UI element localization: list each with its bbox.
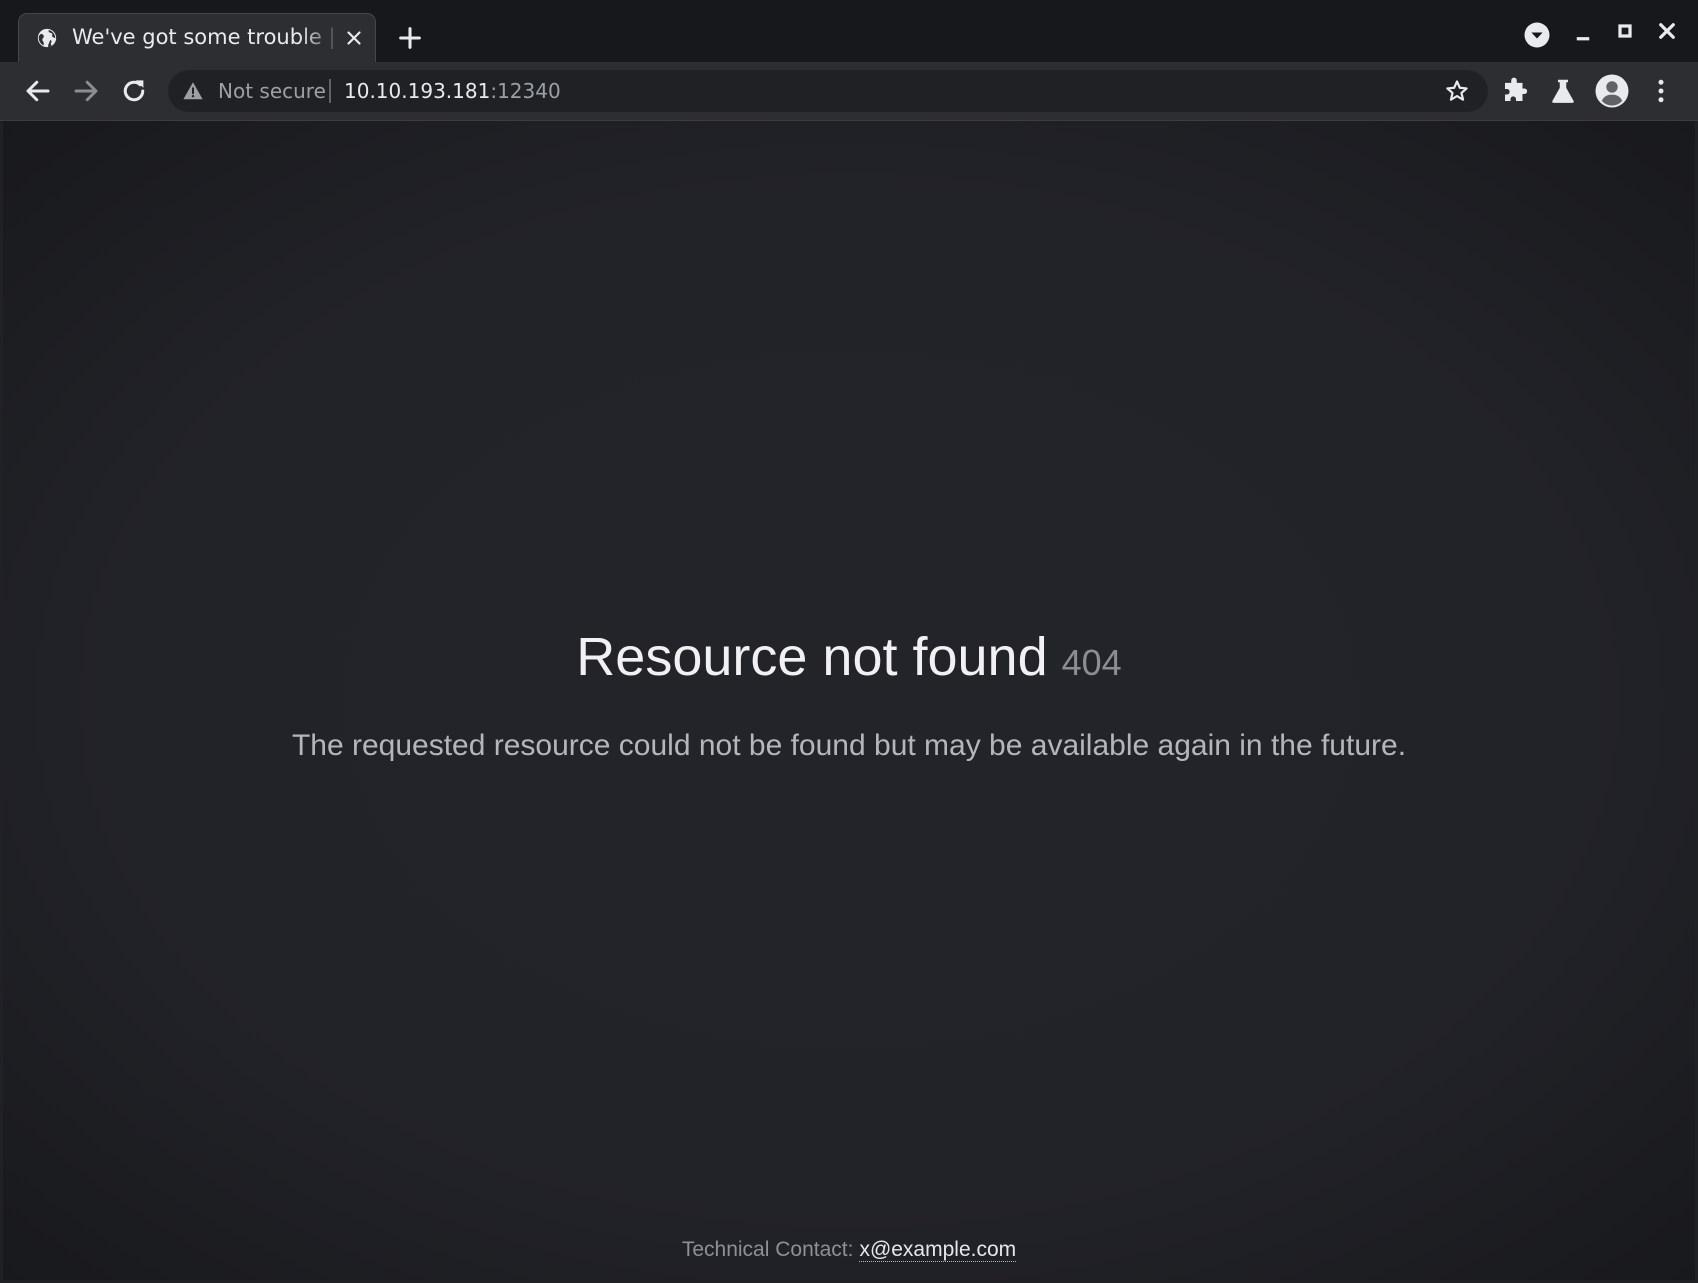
url-text[interactable]: 10.10.193.181:12340 [344,79,561,103]
flask-icon[interactable] [1548,76,1578,106]
globe-icon [37,28,57,48]
address-separator [329,79,331,103]
browser-toolbar: Not secure 10.10.193.181:12340 [0,62,1698,121]
error-message: The requested resource could not be foun… [291,729,1407,762]
contact-email-link[interactable]: x@example.com [859,1238,1017,1262]
arrow-right-icon[interactable] [71,76,101,106]
url-port: :12340 [490,79,561,103]
star-icon[interactable] [1444,78,1470,104]
browser-tab[interactable]: We've got some trouble | 404 - Resource … [18,13,376,62]
reload-icon[interactable] [119,76,149,106]
maximize-icon[interactable] [1610,16,1640,46]
tab-close-icon[interactable] [343,27,365,49]
contact-label: Technical Contact: [681,1238,854,1261]
security-label[interactable]: Not secure [218,79,326,103]
minimize-icon[interactable] [1568,20,1598,50]
page-title: Resource not found [576,627,1048,687]
url-host: 10.10.193.181 [344,79,491,103]
close-icon[interactable] [1652,16,1682,46]
avatar-icon[interactable] [1594,73,1630,109]
arrow-left-icon[interactable] [23,76,53,106]
page-viewport: Resource not found 404 The requested reso… [3,121,1695,1280]
status-code: 404 [1061,642,1122,683]
chevron-down-circle-icon[interactable] [1522,20,1552,50]
address-bar[interactable]: Not secure 10.10.193.181:12340 [168,70,1488,112]
kebab-menu-icon[interactable] [1646,76,1676,106]
puzzle-icon[interactable] [1500,76,1530,106]
page-footer: Technical Contact: x@example.com [3,1238,1695,1262]
warning-triangle-icon[interactable] [182,80,204,102]
tab-title: We've got some trouble | 404 - Resource … [72,25,342,49]
tab-strip: We've got some trouble | 404 - Resource … [0,0,1698,62]
plus-icon[interactable] [396,24,424,52]
browser-window: We've got some trouble | 404 - Resource … [0,0,1698,1283]
page-heading: Resource not found 404 [3,626,1695,688]
